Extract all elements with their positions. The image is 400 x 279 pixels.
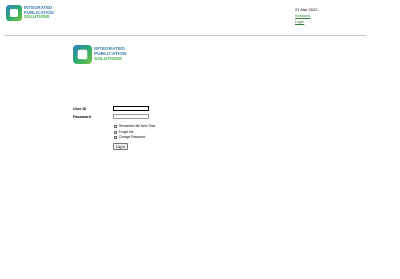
login-logo: INTEGRATED PUBLICATION SOLUTIONS: [73, 45, 126, 64]
ips-logo-icon: [6, 5, 22, 21]
change-password-option[interactable]: Change Password: [114, 135, 145, 139]
password-input[interactable]: [113, 114, 149, 119]
user-id-label: User ID: [73, 107, 87, 111]
password-label: Password: [73, 115, 91, 119]
header-logo: INTEGRATED PUBLICATION SOLUTIONS: [6, 5, 54, 21]
change-password-label: Change Password: [119, 135, 146, 139]
forgot-me-option[interactable]: Forgot Me: [114, 130, 134, 134]
logo-line-3: SOLUTIONS: [94, 57, 122, 63]
login-logo-text: INTEGRATED PUBLICATION SOLUTIONS: [94, 47, 126, 62]
remember-me-option[interactable]: Remember Me Next Time: [114, 124, 155, 128]
ips-logo-icon: [73, 45, 92, 64]
log-in-button[interactable]: Log In: [113, 143, 128, 150]
sessions-link[interactable]: Sessions: [295, 14, 310, 18]
user-id-input[interactable]: [113, 106, 149, 111]
logo-line-3: SOLUTIONS: [24, 14, 50, 20]
forgot-me-label: Forgot Me: [119, 130, 134, 134]
login-link[interactable]: Login: [295, 20, 304, 24]
change-password-checkbox[interactable]: [114, 135, 117, 139]
remember-me-label: Remember Me Next Time: [119, 124, 156, 128]
header-divider: [4, 35, 366, 36]
forgot-me-checkbox[interactable]: [114, 130, 117, 134]
header-logo-text: INTEGRATED PUBLICATION SOLUTIONS: [24, 5, 54, 20]
remember-me-checkbox[interactable]: [114, 124, 117, 128]
current-date: 21 Mar 2022: [295, 7, 318, 12]
